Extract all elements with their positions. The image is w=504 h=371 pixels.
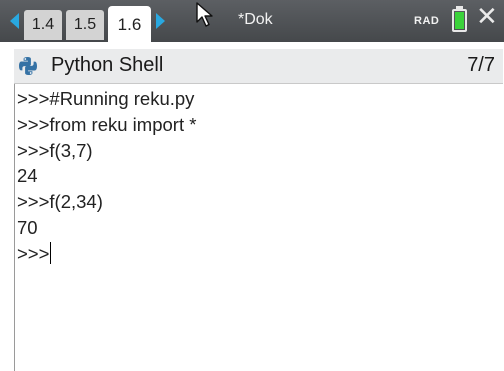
python-shell-output[interactable]: >>>#Running reku.py >>>from reku import … <box>14 84 504 371</box>
shell-line: 70 <box>17 217 38 238</box>
shell-prompt-line[interactable]: >>> <box>17 242 52 265</box>
close-icon[interactable]: ✕ <box>476 2 498 32</box>
nav-right-arrow-icon[interactable] <box>156 13 165 29</box>
shell-line: >>>#Running reku.py <box>17 88 195 109</box>
document-title: *Dok <box>238 11 273 28</box>
tab-1-5[interactable]: 1.5 <box>66 10 104 40</box>
shell-line: >>>f(2,34) <box>17 191 103 212</box>
page-count: 7/7 <box>467 54 495 76</box>
python-logo-icon <box>19 57 37 75</box>
top-tab-bar: 1.4 1.5 1.6 *Dok RAD ✕ <box>0 0 504 42</box>
battery-icon <box>452 9 467 32</box>
tab-1-6-active[interactable]: 1.6 <box>108 6 151 42</box>
shell-line: >>>f(3,7) <box>17 140 93 161</box>
shell-prompt: >>> <box>17 243 50 264</box>
mouse-pointer-icon <box>196 2 213 27</box>
angle-mode-indicator: RAD <box>414 15 440 27</box>
text-cursor <box>50 242 52 264</box>
nav-left-arrow-icon[interactable] <box>10 13 19 29</box>
app-header: Python Shell 7/7 <box>14 49 503 84</box>
shell-line: 24 <box>17 165 38 186</box>
shell-line: >>>from reku import * <box>17 114 197 135</box>
app-title: Python Shell <box>51 54 164 76</box>
tab-1-4[interactable]: 1.4 <box>24 10 62 40</box>
